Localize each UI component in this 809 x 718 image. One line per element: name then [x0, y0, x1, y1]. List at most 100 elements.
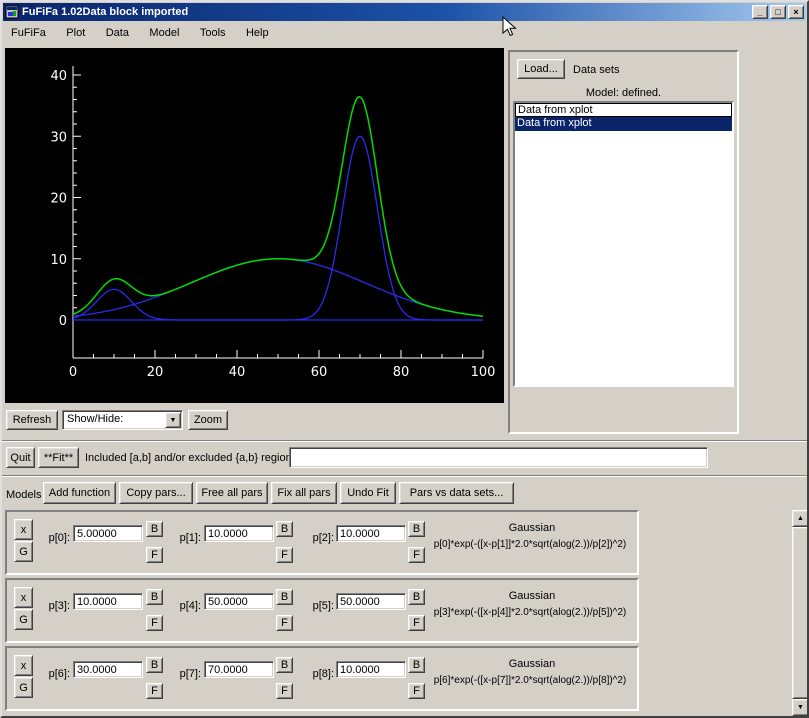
free-all-pars-button[interactable]: Free all pars	[196, 482, 268, 504]
data-sets-listbox[interactable]: Data from xplot Data from xplot	[513, 101, 734, 387]
param-input[interactable]	[336, 593, 406, 610]
param-label: p[8]:	[312, 668, 334, 680]
maximize-button[interactable]: □	[770, 5, 786, 19]
param-label: p[6]:	[48, 668, 70, 680]
g-button[interactable]: G	[14, 609, 33, 630]
show-hide-value: Show/Hide:	[67, 413, 124, 425]
window-controls: _ □ ×	[752, 5, 804, 19]
quit-button[interactable]: Quit	[6, 447, 35, 468]
param-label: p[1]:	[179, 532, 201, 544]
param-input[interactable]	[204, 661, 274, 678]
model-type-name: Gaussian	[508, 590, 556, 602]
b-button[interactable]: B	[146, 657, 163, 673]
minimize-icon: _	[757, 7, 763, 17]
zoom-button[interactable]: Zoom	[188, 410, 228, 430]
g-button[interactable]: G	[14, 677, 33, 698]
model-type-name: Gaussian	[508, 522, 556, 534]
copy-pars-button[interactable]: Copy pars...	[119, 482, 193, 504]
fix-all-pars-button[interactable]: Fix all pars	[271, 482, 337, 504]
b-button[interactable]: B	[276, 657, 293, 673]
f-button[interactable]: F	[276, 615, 293, 631]
svg-text:80: 80	[393, 365, 410, 380]
svg-text:100: 100	[471, 365, 496, 380]
f-button[interactable]: F	[146, 683, 163, 699]
model-formula: p[6]*exp(-([x-p[7]]*2.0*sqrt(alog(2.))/p…	[433, 675, 627, 686]
model-panel: x G p[3]: B F p[4]: B F p[5]: B F Gaussi…	[5, 578, 639, 643]
pars-vs-datasets-button[interactable]: Pars vs data sets...	[399, 482, 514, 504]
b-button[interactable]: B	[276, 589, 293, 605]
titlebar[interactable]: FuFiFa 1.02Data block imported _ □ ×	[3, 3, 806, 21]
f-button[interactable]: F	[276, 683, 293, 699]
b-button[interactable]: B	[146, 521, 163, 537]
f-button[interactable]: F	[276, 547, 293, 563]
param-input[interactable]	[204, 525, 274, 542]
data-sets-panel: Load... Data sets Model: defined. Data f…	[508, 50, 739, 434]
param-input[interactable]	[73, 593, 143, 610]
f-button[interactable]: F	[146, 615, 163, 631]
list-item[interactable]: Data from xplot	[515, 117, 732, 131]
b-button[interactable]: B	[146, 589, 163, 605]
remove-model-button[interactable]: x	[14, 655, 33, 676]
list-item[interactable]: Data from xplot	[515, 103, 732, 117]
param-input[interactable]	[73, 661, 143, 678]
menu-item-data[interactable]: Data	[98, 22, 137, 45]
regions-label: Included [a,b] and/or excluded {a,b} reg…	[85, 452, 301, 464]
model-type-name: Gaussian	[508, 658, 556, 670]
model-status: Model: defined.	[585, 87, 662, 99]
model-panel: x G p[0]: B F p[1]: B F p[2]: B F Gaussi…	[5, 510, 639, 575]
svg-text:40: 40	[229, 365, 246, 380]
svg-text:0: 0	[69, 365, 77, 380]
separator	[2, 475, 807, 477]
param-label: p[5]:	[312, 600, 334, 612]
f-button[interactable]: F	[146, 547, 163, 563]
param-input[interactable]	[73, 525, 143, 542]
app-window: FuFiFa 1.02Data block imported _ □ × FuF…	[0, 0, 809, 718]
window-title: FuFiFa 1.02Data block imported	[22, 6, 189, 18]
chevron-down-icon: ▼	[169, 416, 177, 424]
plot-canvas: 0 10 20 30 40 0 20 40 60 80 100	[50, 66, 496, 380]
show-hide-combobox[interactable]: Show/Hide: ▼	[62, 410, 183, 430]
b-button[interactable]: B	[408, 589, 425, 605]
models-label: Models	[6, 489, 42, 501]
fit-button[interactable]: **Fit**	[38, 447, 79, 468]
scroll-up-button[interactable]: ▲	[792, 510, 807, 527]
svg-text:60: 60	[311, 365, 328, 380]
refresh-button[interactable]: Refresh	[6, 410, 58, 430]
regions-input[interactable]	[289, 447, 708, 468]
param-input[interactable]	[204, 593, 274, 610]
svg-text:20: 20	[147, 365, 164, 380]
scroll-down-icon: ▼	[797, 704, 804, 711]
b-button[interactable]: B	[408, 657, 425, 673]
menubar: FuFiFa Plot Data Model Tools Help	[3, 22, 806, 45]
param-input[interactable]	[336, 661, 406, 678]
scroll-down-button[interactable]: ▼	[792, 699, 807, 716]
menu-item-model[interactable]: Model	[141, 22, 187, 45]
close-icon: ×	[793, 7, 799, 17]
close-button[interactable]: ×	[788, 5, 804, 19]
param-label: p[0]:	[48, 532, 70, 544]
menu-item-help[interactable]: Help	[238, 22, 277, 45]
param-input[interactable]	[336, 525, 406, 542]
load-button[interactable]: Load...	[517, 59, 565, 79]
remove-model-button[interactable]: x	[14, 587, 33, 608]
model-panel: x G p[6]: B F p[7]: B F p[8]: B F Gaussi…	[5, 646, 639, 711]
models-scrollbar[interactable]: ▲ ▼	[792, 510, 807, 716]
combo-dropdown-button[interactable]: ▼	[165, 412, 181, 428]
maximize-icon: □	[775, 7, 781, 17]
menu-item-fufifa[interactable]: FuFiFa	[3, 22, 54, 45]
b-button[interactable]: B	[408, 521, 425, 537]
g-button[interactable]: G	[14, 541, 33, 562]
remove-model-button[interactable]: x	[14, 519, 33, 540]
param-label: p[2]:	[312, 532, 334, 544]
model-formula: p[0]*exp(-([x-p[1]]*2.0*sqrt(alog(2.))/p…	[433, 539, 627, 550]
scroll-up-icon: ▲	[797, 515, 804, 522]
svg-text:30: 30	[50, 130, 67, 145]
plot-area[interactable]: 0 10 20 30 40 0 20 40 60 80 100	[5, 48, 504, 403]
menu-item-plot[interactable]: Plot	[58, 22, 93, 45]
b-button[interactable]: B	[276, 521, 293, 537]
add-function-button[interactable]: Add function	[43, 482, 116, 504]
minimize-button[interactable]: _	[752, 5, 768, 19]
scroll-thumb[interactable]	[792, 527, 807, 699]
undo-fit-button[interactable]: Undo Fit	[340, 482, 396, 504]
menu-item-tools[interactable]: Tools	[192, 22, 234, 45]
